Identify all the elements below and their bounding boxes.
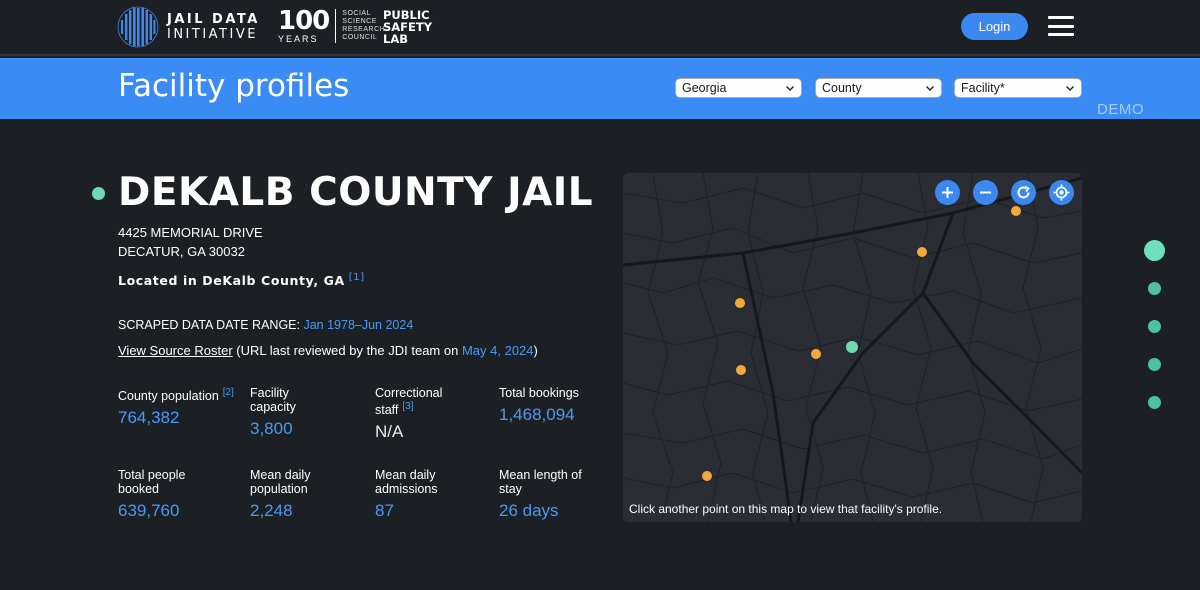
login-button[interactable]: Login (961, 13, 1028, 40)
stat-value: 87 (375, 501, 394, 520)
hamburger-menu-icon[interactable] (1048, 16, 1074, 36)
stat-mean-daily-admissions: Mean daily admissions 87 (375, 468, 455, 521)
chevron-down-icon (786, 86, 794, 91)
minus-icon (980, 191, 991, 194)
map-caption: Click another point on this map to view … (629, 502, 943, 516)
logo-100-number: 100 (278, 6, 330, 36)
facility-name: DEKALB COUNTY JAIL (118, 170, 594, 215)
scraped-range: Jan 1978–Jun 2024 (303, 318, 414, 332)
top-navbar: JAIL DATA INITIATIVE 100 YEARS SOCIAL SC… (0, 0, 1200, 56)
stat-label: Total bookings (499, 386, 579, 400)
located-text: Located in DeKalb County, GA (118, 273, 345, 289)
stat-label: County population (118, 389, 219, 404)
reset-view-button[interactable] (1011, 180, 1036, 205)
page-header-band: Facility profiles Georgia County Facilit… (0, 58, 1200, 119)
jdi-logo-mark-icon (117, 6, 159, 48)
ssrc-line: RESEARCH (342, 26, 386, 33)
county-select[interactable]: County (815, 78, 942, 98)
ssrc-line: SOCIAL (342, 10, 371, 17)
county-boundaries (623, 173, 1082, 522)
locate-button[interactable] (1049, 180, 1074, 205)
scraped-date-range: SCRAPED DATA DATE RANGE: Jan 1978–Jun 20… (118, 318, 413, 332)
stat-county-population: County population [2] 764,382 (118, 386, 238, 428)
plus-icon (942, 187, 953, 198)
section-nav-dot[interactable] (1148, 358, 1161, 371)
stat-value: 639,760 (118, 501, 180, 520)
chevron-down-icon (1066, 86, 1074, 91)
locate-icon (1053, 184, 1070, 201)
stat-label: Mean daily population (250, 468, 311, 496)
stat-value: 764,382 (118, 408, 180, 428)
state-select[interactable]: Georgia (675, 78, 802, 98)
page-title: Facility profiles (118, 68, 350, 104)
ssrc-100-years-logo[interactable]: 100 YEARS SOCIAL SCIENCE RESEARCH COUNCI… (278, 8, 385, 44)
facility-select[interactable]: Facility* (954, 78, 1082, 98)
stat-value: 2,248 (250, 501, 293, 520)
stat-value: 3,800 (250, 419, 293, 438)
section-nav-dot[interactable] (1148, 320, 1161, 333)
facility-point (736, 365, 746, 375)
source-roster-line: View Source Roster (URL last reviewed by… (118, 343, 538, 358)
roster-date: May 4, 2024 (461, 343, 534, 358)
stat-value: 1,468,094 (499, 405, 575, 424)
located-in: Located in DeKalb County, GA [1] (118, 272, 365, 288)
stat-total-people-booked: Total people booked 639,760 (118, 468, 198, 521)
address-line2: DECATUR, GA 30032 (118, 244, 245, 259)
zoom-out-button[interactable] (973, 180, 998, 205)
stat-facility-capacity: Facility capacity 3,800 (250, 386, 320, 439)
logo-jdi-line1: JAIL DATA (167, 12, 260, 27)
county-select-value: County (822, 81, 862, 95)
section-nav-dot-active[interactable] (1144, 240, 1165, 261)
facility-point (702, 471, 712, 481)
stat-label: Total people booked (118, 468, 186, 496)
ssrc-line: COUNCIL (342, 34, 378, 41)
logo-jdi-line2: INITIATIVE (167, 27, 258, 42)
stat-value: N/A (375, 422, 404, 442)
scraped-label: SCRAPED DATA DATE RANGE: (118, 318, 300, 332)
facility-point (1011, 206, 1021, 216)
facility-map[interactable]: Click another point on this map to view … (623, 173, 1082, 522)
facility-point-selected (846, 341, 858, 353)
section-nav-dot[interactable] (1148, 396, 1161, 409)
stat-correctional-staff: Correctional staff [3] N/A (375, 386, 465, 442)
footnote-link[interactable]: [1] (349, 272, 365, 283)
stat-label: Mean daily admissions (375, 468, 438, 496)
chevron-down-icon (926, 86, 934, 91)
stat-mean-daily-population: Mean daily population 2,248 (250, 468, 320, 521)
jail-data-initiative-logo[interactable]: JAIL DATA INITIATIVE (117, 6, 260, 48)
stat-label: Mean length of stay (499, 468, 582, 496)
stat-total-bookings: Total bookings 1,468,094 (499, 386, 619, 425)
roster-note-end: ) (533, 343, 538, 358)
facility-point (917, 247, 927, 257)
address-line1: 4425 MEMORIAL DRIVE (118, 225, 263, 240)
public-safety-lab-logo[interactable]: PUBLIC SAFETY LAB (383, 9, 432, 45)
roster-note: (URL last reviewed by the JDI team on (236, 343, 459, 358)
facility-point (735, 298, 745, 308)
facility-point (811, 349, 821, 359)
footnote-link[interactable]: [3] (402, 401, 413, 412)
footnote-link[interactable]: [2] (223, 387, 234, 398)
zoom-in-button[interactable] (935, 180, 960, 205)
stat-mean-length-of-stay: Mean length of stay 26 days (499, 468, 589, 521)
stat-label: Facility capacity (250, 386, 296, 414)
ssrc-line: SCIENCE (342, 18, 377, 25)
logo-divider (335, 9, 337, 43)
view-source-roster-link[interactable]: View Source Roster (118, 343, 233, 358)
state-select-value: Georgia (682, 81, 727, 95)
stat-value: 26 days (499, 501, 559, 520)
psl-line: LAB (383, 32, 408, 46)
facility-marker-dot (92, 187, 105, 200)
facility-select-value: Facility* (961, 81, 1005, 95)
refresh-icon (1017, 185, 1030, 199)
demo-label: DEMO (1097, 101, 1144, 118)
section-nav-dot[interactable] (1148, 282, 1161, 295)
